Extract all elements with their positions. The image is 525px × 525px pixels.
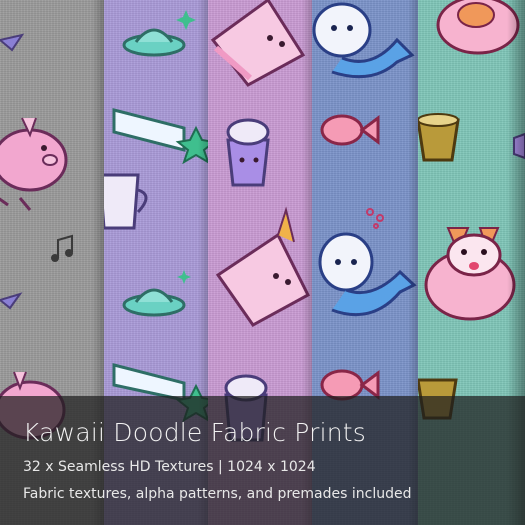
fish-doodle	[320, 114, 380, 146]
ufo-doodle-repeat	[122, 288, 186, 317]
cake-slice-doodle-repeat	[215, 206, 310, 327]
tea-cup-doodle	[104, 173, 148, 230]
pet-bowl-doodle	[418, 113, 460, 162]
bubble-icon	[366, 208, 384, 229]
product-title: Kawaii Doodle Fabric Prints	[23, 418, 366, 447]
purple-bell-icon	[513, 132, 525, 160]
seal-mermaid-doodle	[312, 2, 415, 79]
music-note-doodle	[51, 234, 73, 262]
unicorn-pig-doodle	[0, 117, 68, 211]
fish-doodle-repeat	[320, 369, 380, 401]
shooting-star-doodle	[112, 108, 216, 165]
boba-drink-doodle	[226, 118, 270, 187]
seal-mermaid-doodle-repeat	[318, 232, 417, 317]
cake-slice-doodle	[210, 0, 306, 87]
ufo-doodle	[122, 28, 186, 57]
corgi-doodle-repeat	[424, 227, 516, 321]
product-subtitle: 32 x Seamless HD Textures | 1024 x 1024	[23, 459, 316, 475]
corgi-doodle	[436, 0, 520, 55]
product-tagline: Fabric textures, alpha patterns, and pre…	[23, 486, 412, 502]
